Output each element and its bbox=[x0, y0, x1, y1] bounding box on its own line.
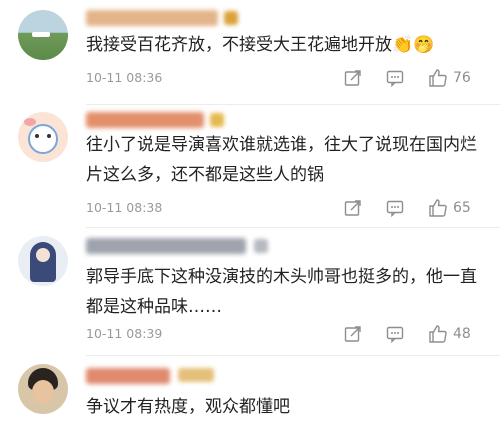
comment-actions: 76 bbox=[336, 67, 486, 89]
comment-text: 往小了说是导演喜欢谁就选谁，往大了说现在国内烂片这么多，还不都是这些人的锅 bbox=[86, 135, 477, 185]
like-button[interactable]: 48 bbox=[428, 323, 471, 345]
comment-text: 争议才有热度，观众都懂吧 bbox=[86, 397, 290, 417]
comment-time: 10-11 08:38 bbox=[86, 200, 163, 215]
comment-text: 郭导手底下这种没演技的木头帅哥也挺多的，他一直都是这种品味…… bbox=[86, 267, 477, 317]
comment-button[interactable] bbox=[386, 67, 404, 89]
thumbs-up-icon bbox=[429, 325, 447, 343]
thumbs-up-icon bbox=[429, 69, 447, 87]
share-button[interactable] bbox=[344, 323, 362, 345]
share-icon bbox=[344, 200, 361, 216]
comment-time: 10-11 08:36 bbox=[86, 70, 163, 85]
avatar[interactable] bbox=[18, 364, 68, 414]
avatar[interactable] bbox=[18, 112, 68, 162]
username[interactable] bbox=[86, 112, 204, 128]
comment-icon bbox=[386, 70, 404, 87]
like-count: 65 bbox=[453, 200, 471, 216]
comment-icon bbox=[386, 200, 404, 217]
username[interactable] bbox=[86, 10, 218, 26]
user-badge bbox=[254, 239, 268, 253]
like-count: 48 bbox=[453, 326, 471, 342]
comment-item: 郭导手底下这种没演技的木头帅哥也挺多的，他一直都是这种品味…… 10-11 08… bbox=[0, 228, 500, 356]
comment-item: 争议才有热度，观众都懂吧 bbox=[0, 356, 500, 424]
share-icon bbox=[344, 326, 361, 342]
thumbs-up-icon bbox=[429, 199, 447, 217]
comment-item: 往小了说是导演喜欢谁就选谁，往大了说现在国内烂片这么多，还不都是这些人的锅 10… bbox=[0, 105, 500, 228]
comment-button[interactable] bbox=[386, 323, 404, 345]
comment-item: 我接受百花齐放，不接受大王花遍地开放👏🤭 10-11 08:36 76 bbox=[0, 0, 500, 105]
like-count: 76 bbox=[453, 70, 471, 86]
username[interactable] bbox=[86, 368, 170, 384]
user-badge bbox=[178, 368, 214, 382]
avatar[interactable] bbox=[18, 236, 68, 286]
share-button[interactable] bbox=[344, 197, 362, 219]
user-badge bbox=[224, 11, 238, 25]
username[interactable] bbox=[86, 238, 246, 254]
comment-actions: 65 bbox=[336, 197, 486, 219]
like-button[interactable]: 65 bbox=[428, 197, 471, 219]
emoji: 👏🤭 bbox=[392, 35, 435, 55]
user-badge bbox=[210, 113, 224, 127]
comment-icon bbox=[386, 326, 404, 343]
comment-button[interactable] bbox=[386, 197, 404, 219]
comment-time: 10-11 08:39 bbox=[86, 326, 163, 341]
comment-text: 我接受百花齐放，不接受大王花遍地开放👏🤭 bbox=[86, 35, 435, 55]
share-icon bbox=[344, 70, 361, 86]
share-button[interactable] bbox=[344, 67, 362, 89]
comment-actions: 48 bbox=[336, 323, 486, 345]
avatar[interactable] bbox=[18, 10, 68, 60]
like-button[interactable]: 76 bbox=[428, 67, 471, 89]
